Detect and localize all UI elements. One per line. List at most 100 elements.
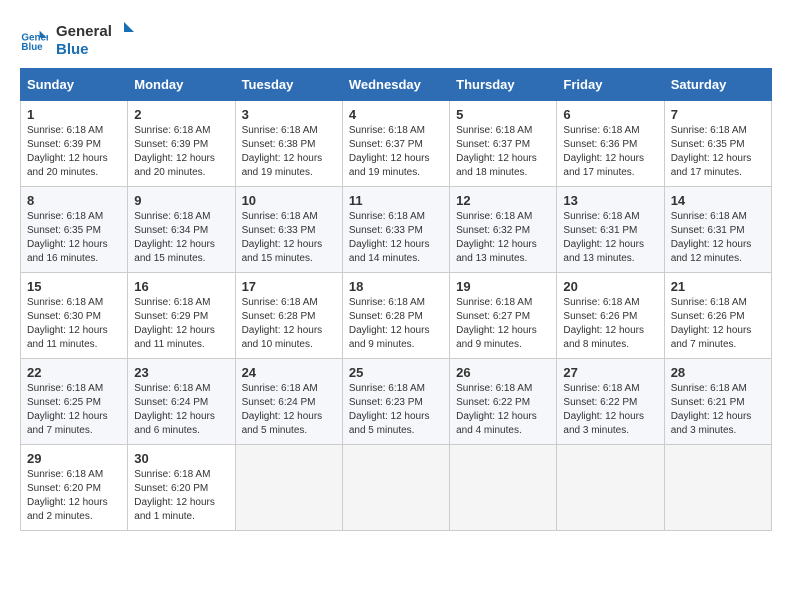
day-cell <box>664 445 771 531</box>
day-number: 7 <box>671 107 765 122</box>
col-header-tuesday: Tuesday <box>235 69 342 101</box>
day-info: Sunrise: 6:18 AM Sunset: 6:26 PM Dayligh… <box>671 296 765 352</box>
day-cell: 14 Sunrise: 6:18 AM Sunset: 6:31 PM Dayl… <box>664 187 771 273</box>
day-cell: 8 Sunrise: 6:18 AM Sunset: 6:35 PM Dayli… <box>21 187 128 273</box>
day-number: 23 <box>134 365 228 380</box>
day-cell: 29 Sunrise: 6:18 AM Sunset: 6:20 PM Dayl… <box>21 445 128 531</box>
day-number: 13 <box>563 193 657 208</box>
svg-text:Blue: Blue <box>21 42 43 53</box>
col-header-thursday: Thursday <box>450 69 557 101</box>
day-number: 17 <box>242 279 336 294</box>
col-header-sunday: Sunday <box>21 69 128 101</box>
day-number: 4 <box>349 107 443 122</box>
day-info: Sunrise: 6:18 AM Sunset: 6:22 PM Dayligh… <box>456 382 550 438</box>
day-info: Sunrise: 6:18 AM Sunset: 6:23 PM Dayligh… <box>349 382 443 438</box>
day-number: 6 <box>563 107 657 122</box>
day-info: Sunrise: 6:18 AM Sunset: 6:36 PM Dayligh… <box>563 124 657 180</box>
day-number: 21 <box>671 279 765 294</box>
day-info: Sunrise: 6:18 AM Sunset: 6:29 PM Dayligh… <box>134 296 228 352</box>
day-number: 29 <box>27 451 121 466</box>
logo-svg: General Blue <box>56 20 136 58</box>
day-number: 3 <box>242 107 336 122</box>
day-cell: 23 Sunrise: 6:18 AM Sunset: 6:24 PM Dayl… <box>128 359 235 445</box>
col-header-monday: Monday <box>128 69 235 101</box>
day-info: Sunrise: 6:18 AM Sunset: 6:39 PM Dayligh… <box>134 124 228 180</box>
day-info: Sunrise: 6:18 AM Sunset: 6:22 PM Dayligh… <box>563 382 657 438</box>
day-cell: 3 Sunrise: 6:18 AM Sunset: 6:38 PM Dayli… <box>235 101 342 187</box>
day-number: 25 <box>349 365 443 380</box>
day-number: 16 <box>134 279 228 294</box>
day-cell: 18 Sunrise: 6:18 AM Sunset: 6:28 PM Dayl… <box>342 273 449 359</box>
day-cell: 25 Sunrise: 6:18 AM Sunset: 6:23 PM Dayl… <box>342 359 449 445</box>
day-cell: 1 Sunrise: 6:18 AM Sunset: 6:39 PM Dayli… <box>21 101 128 187</box>
day-info: Sunrise: 6:18 AM Sunset: 6:33 PM Dayligh… <box>242 210 336 266</box>
day-info: Sunrise: 6:18 AM Sunset: 6:20 PM Dayligh… <box>27 468 121 524</box>
header: General Blue General Blue <box>20 20 772 58</box>
day-number: 26 <box>456 365 550 380</box>
day-cell: 22 Sunrise: 6:18 AM Sunset: 6:25 PM Dayl… <box>21 359 128 445</box>
day-cell <box>342 445 449 531</box>
day-cell: 30 Sunrise: 6:18 AM Sunset: 6:20 PM Dayl… <box>128 445 235 531</box>
day-info: Sunrise: 6:18 AM Sunset: 6:24 PM Dayligh… <box>134 382 228 438</box>
day-info: Sunrise: 6:18 AM Sunset: 6:28 PM Dayligh… <box>242 296 336 352</box>
day-cell: 27 Sunrise: 6:18 AM Sunset: 6:22 PM Dayl… <box>557 359 664 445</box>
day-cell: 19 Sunrise: 6:18 AM Sunset: 6:27 PM Dayl… <box>450 273 557 359</box>
day-info: Sunrise: 6:18 AM Sunset: 6:37 PM Dayligh… <box>349 124 443 180</box>
day-number: 30 <box>134 451 228 466</box>
day-cell: 20 Sunrise: 6:18 AM Sunset: 6:26 PM Dayl… <box>557 273 664 359</box>
day-cell <box>450 445 557 531</box>
day-number: 28 <box>671 365 765 380</box>
calendar-table: SundayMondayTuesdayWednesdayThursdayFrid… <box>20 68 772 531</box>
day-cell: 9 Sunrise: 6:18 AM Sunset: 6:34 PM Dayli… <box>128 187 235 273</box>
day-cell: 17 Sunrise: 6:18 AM Sunset: 6:28 PM Dayl… <box>235 273 342 359</box>
day-number: 14 <box>671 193 765 208</box>
day-number: 19 <box>456 279 550 294</box>
day-cell: 16 Sunrise: 6:18 AM Sunset: 6:29 PM Dayl… <box>128 273 235 359</box>
day-info: Sunrise: 6:18 AM Sunset: 6:30 PM Dayligh… <box>27 296 121 352</box>
day-info: Sunrise: 6:18 AM Sunset: 6:39 PM Dayligh… <box>27 124 121 180</box>
day-number: 1 <box>27 107 121 122</box>
day-number: 20 <box>563 279 657 294</box>
week-row-1: 1 Sunrise: 6:18 AM Sunset: 6:39 PM Dayli… <box>21 101 772 187</box>
day-cell: 5 Sunrise: 6:18 AM Sunset: 6:37 PM Dayli… <box>450 101 557 187</box>
day-info: Sunrise: 6:18 AM Sunset: 6:26 PM Dayligh… <box>563 296 657 352</box>
day-info: Sunrise: 6:18 AM Sunset: 6:25 PM Dayligh… <box>27 382 121 438</box>
day-number: 2 <box>134 107 228 122</box>
day-cell: 7 Sunrise: 6:18 AM Sunset: 6:35 PM Dayli… <box>664 101 771 187</box>
day-cell: 26 Sunrise: 6:18 AM Sunset: 6:22 PM Dayl… <box>450 359 557 445</box>
day-cell: 13 Sunrise: 6:18 AM Sunset: 6:31 PM Dayl… <box>557 187 664 273</box>
day-number: 15 <box>27 279 121 294</box>
day-info: Sunrise: 6:18 AM Sunset: 6:31 PM Dayligh… <box>563 210 657 266</box>
day-number: 22 <box>27 365 121 380</box>
week-row-3: 15 Sunrise: 6:18 AM Sunset: 6:30 PM Dayl… <box>21 273 772 359</box>
day-info: Sunrise: 6:18 AM Sunset: 6:28 PM Dayligh… <box>349 296 443 352</box>
day-info: Sunrise: 6:18 AM Sunset: 6:38 PM Dayligh… <box>242 124 336 180</box>
week-row-2: 8 Sunrise: 6:18 AM Sunset: 6:35 PM Dayli… <box>21 187 772 273</box>
logo-icon: General Blue <box>20 25 48 53</box>
day-cell: 28 Sunrise: 6:18 AM Sunset: 6:21 PM Dayl… <box>664 359 771 445</box>
day-cell: 12 Sunrise: 6:18 AM Sunset: 6:32 PM Dayl… <box>450 187 557 273</box>
day-info: Sunrise: 6:18 AM Sunset: 6:20 PM Dayligh… <box>134 468 228 524</box>
week-row-5: 29 Sunrise: 6:18 AM Sunset: 6:20 PM Dayl… <box>21 445 772 531</box>
day-cell: 2 Sunrise: 6:18 AM Sunset: 6:39 PM Dayli… <box>128 101 235 187</box>
day-number: 18 <box>349 279 443 294</box>
day-info: Sunrise: 6:18 AM Sunset: 6:35 PM Dayligh… <box>27 210 121 266</box>
day-info: Sunrise: 6:18 AM Sunset: 6:31 PM Dayligh… <box>671 210 765 266</box>
day-info: Sunrise: 6:18 AM Sunset: 6:27 PM Dayligh… <box>456 296 550 352</box>
day-cell <box>557 445 664 531</box>
day-number: 5 <box>456 107 550 122</box>
day-cell: 10 Sunrise: 6:18 AM Sunset: 6:33 PM Dayl… <box>235 187 342 273</box>
day-info: Sunrise: 6:18 AM Sunset: 6:24 PM Dayligh… <box>242 382 336 438</box>
col-header-wednesday: Wednesday <box>342 69 449 101</box>
day-info: Sunrise: 6:18 AM Sunset: 6:33 PM Dayligh… <box>349 210 443 266</box>
day-cell: 4 Sunrise: 6:18 AM Sunset: 6:37 PM Dayli… <box>342 101 449 187</box>
day-info: Sunrise: 6:18 AM Sunset: 6:35 PM Dayligh… <box>671 124 765 180</box>
day-info: Sunrise: 6:18 AM Sunset: 6:34 PM Dayligh… <box>134 210 228 266</box>
day-cell: 24 Sunrise: 6:18 AM Sunset: 6:24 PM Dayl… <box>235 359 342 445</box>
day-cell: 11 Sunrise: 6:18 AM Sunset: 6:33 PM Dayl… <box>342 187 449 273</box>
svg-text:Blue: Blue <box>56 41 89 58</box>
day-cell: 6 Sunrise: 6:18 AM Sunset: 6:36 PM Dayli… <box>557 101 664 187</box>
week-row-4: 22 Sunrise: 6:18 AM Sunset: 6:25 PM Dayl… <box>21 359 772 445</box>
day-cell: 15 Sunrise: 6:18 AM Sunset: 6:30 PM Dayl… <box>21 273 128 359</box>
day-info: Sunrise: 6:18 AM Sunset: 6:32 PM Dayligh… <box>456 210 550 266</box>
